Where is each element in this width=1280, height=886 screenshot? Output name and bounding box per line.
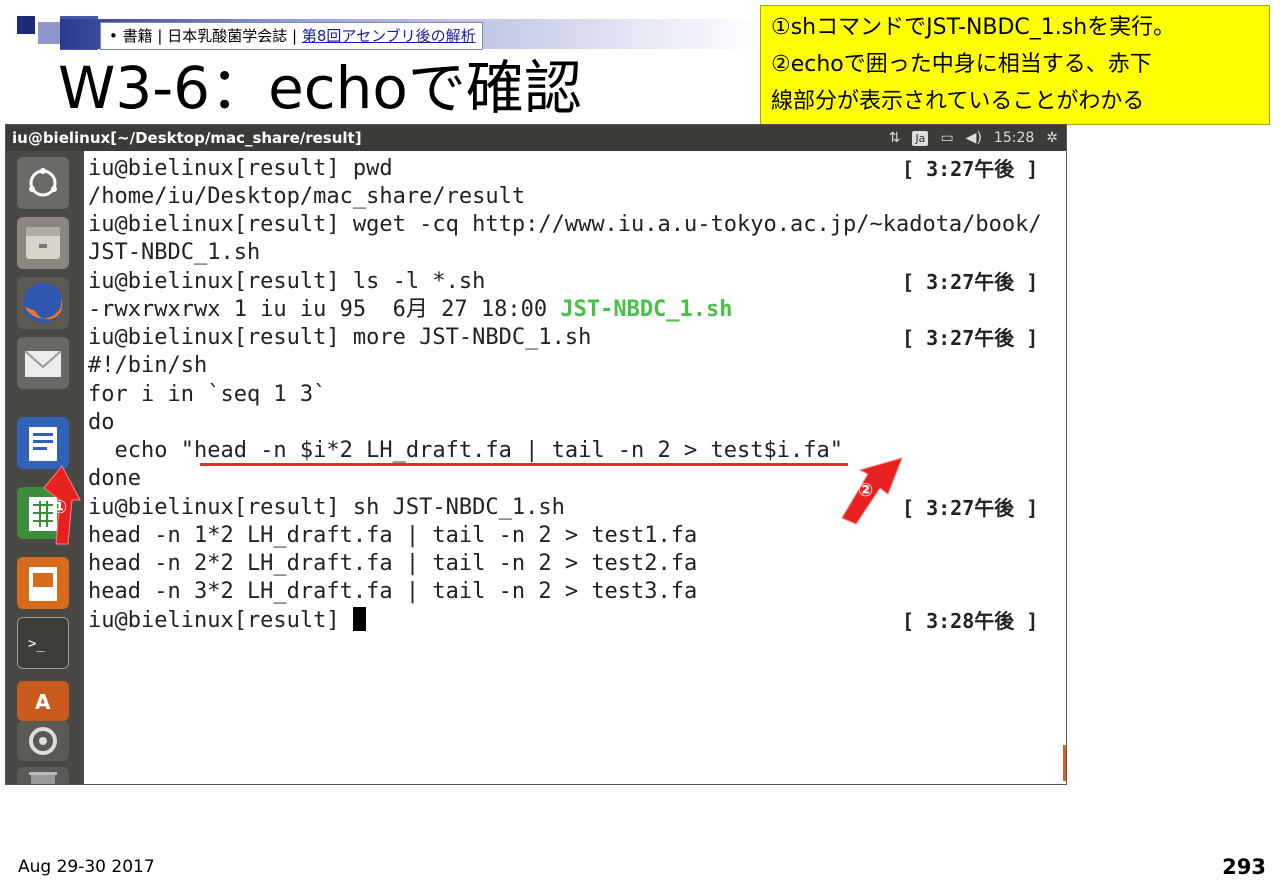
terminal-line-11: echo "head -n $i*2 LH_draft.fa | tail -n… [88,438,843,463]
reference-box: • 書籍 | 日本乳酸菌学会誌 | 第8回アセンブリ後の解析 [100,22,483,50]
terminal-content[interactable]: iu@bielinux[result] pwd /home/iu/Desktop… [84,151,1066,784]
page-number: 293 [1222,855,1266,879]
text-cursor [352,607,366,631]
terminal-line-8: #!/bin/sh [88,353,208,378]
launcher: >_ A [6,151,84,784]
terminal-line-14: head -n 1*2 LH_draft.fa | tail -n 2 > te… [88,523,698,548]
ubuntu-dash-icon[interactable] [17,157,69,209]
terminal-line-4: JST-NBDC_1.sh [88,240,261,265]
system-settings-icon[interactable] [17,721,69,761]
window-title: iu@bielinux[~/Desktop/mac_share/result] [12,129,362,147]
files-icon[interactable] [17,217,69,269]
keyboard-icon[interactable]: ▭ [940,130,953,146]
impress-icon[interactable] [17,557,69,609]
echo-content-underline [200,463,848,466]
terminal-line-3: iu@bielinux[result] wget -cq http://www.… [88,212,1042,237]
reference-text: 書籍 | 日本乳酸菌学会誌 | [122,27,302,45]
settings-gear-icon[interactable]: ✲ [1046,130,1058,146]
note-line-3: 線部分が表示されていることがわかる [771,89,1145,114]
indicator-area: ⇅ Ja ▭ ◀) 15:28 ✲ [889,125,1058,151]
timestamp-pwd: [ 3:27午後 ] [902,157,1039,181]
scrollbar-thumb[interactable] [1063,745,1066,781]
writer-icon[interactable] [17,417,69,469]
decor-square-dark [17,16,35,34]
terminal-line-17: iu@bielinux[result] [88,607,366,635]
ls-output-prefix: -rwxrwxrwx 1 iu iu 95 6月 27 18:00 [88,297,561,322]
note-line-2: ②echoで囲った中身に相当する、赤下 [771,52,1152,77]
terminal-line-1: iu@bielinux[result] pwd [88,156,393,181]
decor-square-light [38,22,60,44]
note-line-1: ①shコマンドでJST-NBDC_1.shを実行。 [771,15,1176,40]
timestamp-sh: [ 3:27午後 ] [902,496,1039,520]
mail-icon[interactable] [17,337,69,389]
prompt-text: iu@bielinux[result] [88,608,353,633]
reference-link[interactable]: 第8回アセンブリ後の解析 [302,27,476,45]
ime-indicator[interactable]: Ja [912,130,929,146]
terminal-line-2: /home/iu/Desktop/mac_share/result [88,184,526,209]
terminal-line-12: done [88,466,141,491]
terminal-icon[interactable]: >_ [17,617,69,669]
terminal-window: iu@bielinux[~/Desktop/mac_share/result] … [5,124,1067,785]
timestamp-ls: [ 3:27午後 ] [902,270,1039,294]
timestamp-prompt: [ 3:28午後 ] [902,609,1039,633]
terminal-line-15: head -n 2*2 LH_draft.fa | tail -n 2 > te… [88,551,698,576]
reference-bullet: • [109,27,118,45]
footer-date: Aug 29-30 2017 [18,857,155,877]
svg-text:A: A [35,690,51,714]
calc-icon[interactable] [17,487,69,539]
firefox-icon[interactable] [17,277,69,329]
terminal-line-7: iu@bielinux[result] more JST-NBDC_1.sh [88,325,592,350]
software-center-icon[interactable]: A [17,681,69,721]
terminal-line-16: head -n 3*2 LH_draft.fa | tail -n 2 > te… [88,579,698,604]
trash-icon[interactable] [17,767,69,784]
timestamp-more: [ 3:27午後 ] [902,326,1039,350]
ls-output-filename: JST-NBDC_1.sh [560,297,733,322]
terminal-line-10: do [88,410,115,435]
terminal-line-9: for i in `seq 1 3` [88,382,327,407]
svg-text:>_: >_ [28,636,45,652]
volume-icon[interactable]: ◀) [966,130,982,146]
note-box: ①shコマンドでJST-NBDC_1.shを実行。 ②echoで囲った中身に相当… [760,5,1270,125]
terminal-line-5: iu@bielinux[result] ls -l *.sh [88,269,486,294]
slide-title: W3-6：echoで確認 [58,54,582,122]
clock[interactable]: 15:28 [994,130,1034,146]
terminal-line-13: iu@bielinux[result] sh JST-NBDC_1.sh [88,495,565,520]
window-titlebar[interactable]: iu@bielinux[~/Desktop/mac_share/result] … [6,125,1066,151]
network-icon[interactable]: ⇅ [889,130,901,146]
terminal-line-6: -rwxrwxrwx 1 iu iu 95 6月 27 18:00 JST-NB… [88,296,733,324]
